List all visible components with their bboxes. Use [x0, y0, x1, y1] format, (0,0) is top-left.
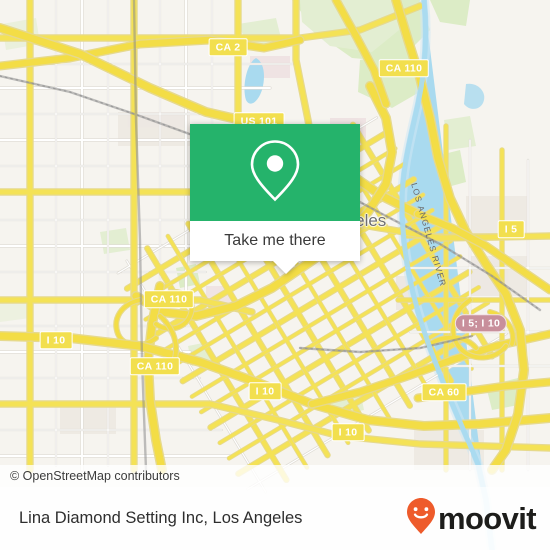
highway-shield: CA 2 — [208, 38, 248, 56]
highway-shield: CA 110 — [378, 59, 430, 77]
moovit-smiley-pin-icon — [406, 497, 436, 540]
map-pin-icon — [247, 137, 303, 208]
callout-tail — [273, 261, 299, 274]
highway-shield: CA 60 — [421, 383, 467, 401]
highway-shield: CA 110 — [129, 357, 181, 375]
moovit-wordmark: moovit — [437, 501, 537, 536]
osm-attribution[interactable]: © OpenStreetMap contributors — [0, 465, 550, 487]
bottom-bar: Lina Diamond Setting Inc, Los Angeles mo… — [0, 487, 550, 550]
take-me-there-button[interactable]: Take me there — [190, 221, 360, 261]
map-screen: .land { fill:#f6f4ef; } .park { fill:#dc… — [0, 0, 550, 550]
highway-shield: I 5; I 10 — [454, 314, 508, 332]
osm-attribution-text: © OpenStreetMap contributors — [10, 469, 180, 483]
highway-shield: CA 110 — [143, 290, 195, 308]
take-me-there-label: Take me there — [224, 232, 326, 249]
highway-shield: I 10 — [331, 423, 365, 441]
highway-shield: I 10 — [39, 331, 73, 349]
highway-shield: I 5 — [497, 220, 525, 238]
callout-header — [190, 124, 360, 221]
highway-shield: I 10 — [248, 382, 282, 400]
moovit-logo[interactable]: moovit — [406, 497, 537, 540]
place-title: Lina Diamond Setting Inc, Los Angeles — [19, 509, 303, 527]
location-callout[interactable]: Take me there — [190, 124, 360, 274]
